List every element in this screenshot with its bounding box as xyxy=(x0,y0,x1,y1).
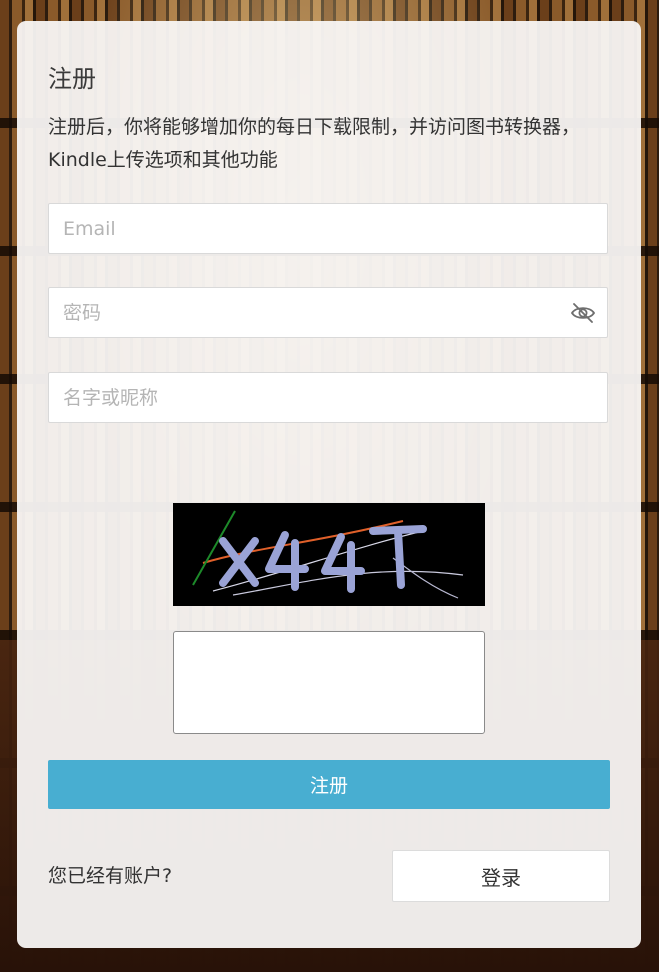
email-field[interactable] xyxy=(48,203,608,254)
captcha-input[interactable] xyxy=(173,631,485,734)
eye-off-icon[interactable] xyxy=(570,303,596,323)
registration-description: 注册后，你将能够增加你的每日下载限制，并访问图书转换器，Kindle上传选项和其… xyxy=(48,116,581,171)
have-account-text: 您已经有账户? xyxy=(48,865,173,887)
captcha-image xyxy=(173,503,485,606)
password-field[interactable] xyxy=(48,287,608,338)
registration-card: 注册 注册后，你将能够增加你的每日下载限制，并访问图书转换器，Kindle上传选… xyxy=(17,21,641,948)
nickname-field[interactable] xyxy=(48,372,608,423)
login-button[interactable]: 登录 xyxy=(392,850,610,902)
register-button[interactable]: 注册 xyxy=(48,760,610,809)
page-title: 注册 xyxy=(48,65,96,93)
